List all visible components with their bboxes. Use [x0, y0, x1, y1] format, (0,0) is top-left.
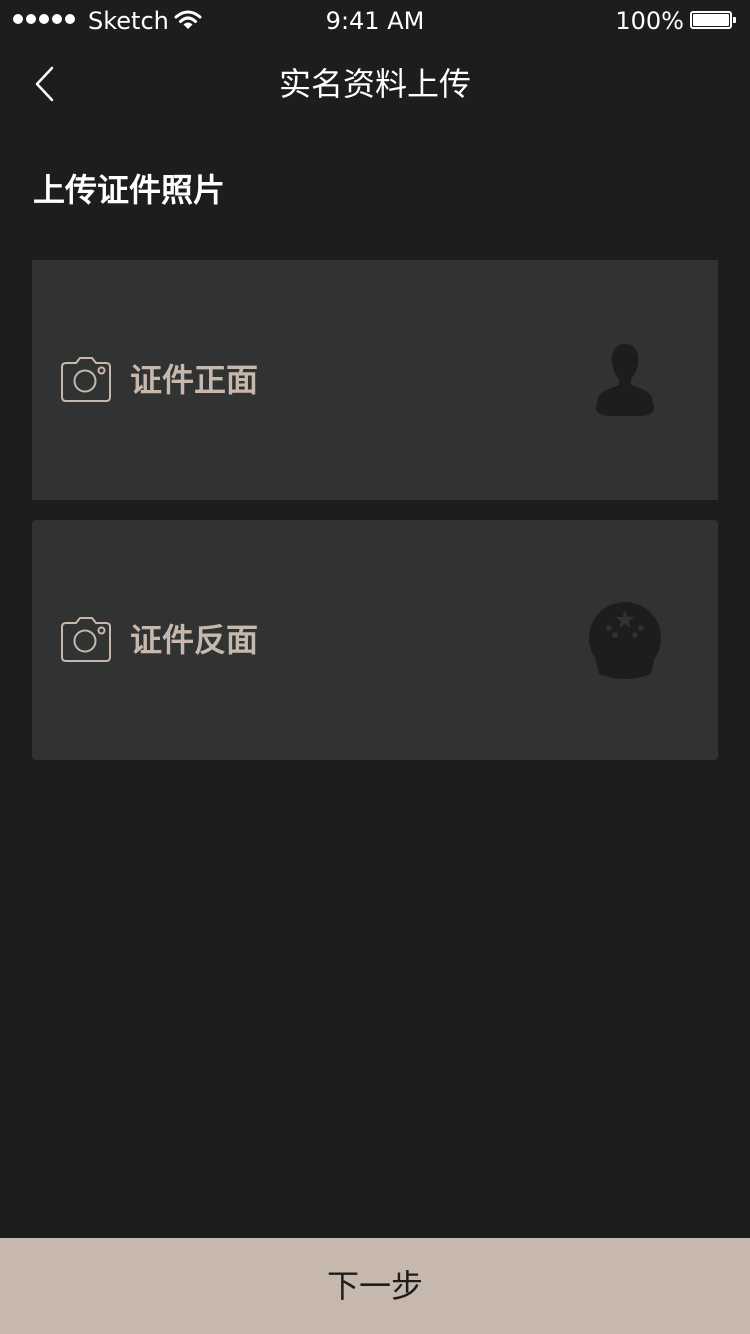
next-step-label: 下一步 — [326, 1267, 423, 1305]
card-label-front: 证件正面 — [130, 361, 259, 399]
card-label-back: 证件反面 — [130, 621, 259, 659]
next-step-button[interactable]: 下一步 — [0, 1238, 750, 1334]
upload-id-front-card[interactable]: 证件正面 — [32, 260, 718, 500]
upload-id-back-card[interactable]: 证件反面 — [32, 520, 718, 760]
section-title: 上传证件照片 — [33, 171, 226, 209]
battery-percentage: 100% — [615, 7, 684, 35]
national-emblem-icon — [589, 602, 661, 679]
navigation-bar: 实名资料上传 — [0, 40, 750, 128]
camera-icon — [61, 357, 111, 402]
person-silhouette-icon — [596, 344, 654, 416]
page-title: 实名资料上传 — [278, 65, 471, 103]
battery-icon — [690, 11, 736, 29]
status-bar: Sketch 9:41 AM 100% — [0, 0, 750, 40]
camera-icon — [61, 617, 111, 662]
